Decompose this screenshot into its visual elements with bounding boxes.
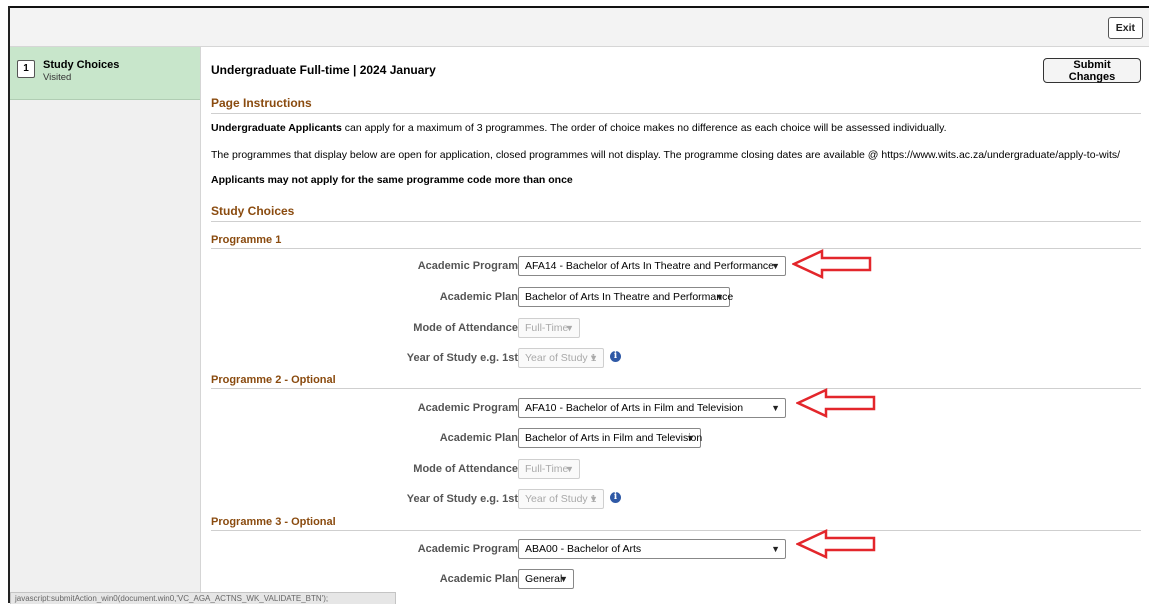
programme-1-year-select: Year of Study 1 ▼ [518, 348, 604, 368]
programme-1-academic-plan-row: Academic Plan Bachelor of Arts In Theatr… [211, 287, 1141, 309]
academic-program-label: Academic Program [417, 543, 518, 555]
chevron-down-icon: ▼ [715, 292, 724, 302]
selected-value: Full-Time [525, 322, 569, 334]
chevron-down-icon: ▼ [771, 544, 780, 554]
chevron-down-icon: ▼ [686, 433, 695, 443]
top-toolbar: Exit [10, 8, 1149, 47]
selected-value: Year of Study 1 [525, 493, 597, 505]
chevron-down-icon: ▼ [589, 353, 598, 363]
academic-program-label: Academic Program [417, 260, 518, 272]
programme-2-academic-plan-select[interactable]: Bachelor of Arts in Film and Television … [518, 428, 703, 448]
programme-2-mode-select: Full-Time ▼ [518, 459, 580, 479]
year-of-study-label: Year of Study e.g. 1st [406, 352, 518, 364]
programme-3-academic-plan-select[interactable]: General ▼ [518, 569, 574, 589]
chevron-down-icon: ▼ [589, 494, 598, 504]
programme-3-academic-plan-row: Academic Plan General ▼ [211, 569, 1141, 591]
academic-plan-label: Academic Plan [439, 291, 518, 303]
academic-program-label: Academic Program [417, 402, 518, 414]
programme-2-mode-row: Mode of Attendance Full-Time ▼ [211, 459, 1141, 481]
chevron-down-icon: ▼ [565, 323, 574, 333]
step-number: 1 [17, 60, 35, 78]
red-arrow-icon [796, 529, 876, 559]
red-arrow-icon [792, 249, 872, 279]
programme-2-year-select: Year of Study 1 ▼ [518, 489, 604, 509]
step-status: Visited [43, 72, 72, 83]
page-instructions-heading: Page Instructions [211, 96, 1141, 114]
instructions-line-1-bold: Undergraduate Applicants [211, 122, 342, 134]
selected-value: Bachelor of Arts in Film and Television [525, 432, 703, 444]
programme-2-academic-program-select[interactable]: AFA10 - Bachelor of Arts in Film and Tel… [518, 398, 786, 418]
red-arrow-icon [796, 388, 876, 418]
programme-1-academic-program-row: Academic Program AFA14 - Bachelor of Art… [211, 256, 1141, 278]
programme-2-academic-plan-row: Academic Plan Bachelor of Arts in Film a… [211, 428, 1141, 450]
programme-3-academic-program-row: Academic Program ABA00 - Bachelor of Art… [211, 539, 1141, 561]
page-title: Undergraduate Full-time | 2024 January [211, 63, 436, 77]
browser-status-bar: javascript:submitAction_win0(document.wi… [10, 592, 396, 604]
chevron-down-icon: ▼ [771, 261, 780, 271]
exit-button[interactable]: Exit [1107, 17, 1143, 39]
academic-plan-label: Academic Plan [439, 432, 518, 444]
programme-2-heading: Programme 2 - Optional [211, 374, 1141, 389]
sidebar-step-study-choices[interactable]: 1 Study Choices Visited [10, 47, 200, 100]
programme-2-year-row: Year of Study e.g. 1st Year of Study 1 ▼… [211, 489, 1141, 511]
selected-value: Year of Study 1 [525, 352, 597, 364]
info-icon[interactable]: i [610, 351, 621, 362]
mode-of-attendance-label: Mode of Attendance [413, 322, 518, 334]
programme-1-mode-select: Full-Time ▼ [518, 318, 580, 338]
programme-3-academic-program-select[interactable]: ABA00 - Bachelor of Arts ▼ [518, 539, 786, 559]
programme-1-year-row: Year of Study e.g. 1st Year of Study 1 ▼… [211, 348, 1141, 370]
selected-value: General [525, 573, 563, 585]
instructions-line-2: The programmes that display below are op… [211, 149, 1121, 161]
selected-value: Full-Time [525, 463, 569, 475]
selected-value: ABA00 - Bachelor of Arts [525, 543, 642, 555]
chevron-down-icon: ▼ [771, 403, 780, 413]
programme-1-heading: Programme 1 [211, 234, 1141, 249]
sidebar: 1 Study Choices Visited [10, 47, 201, 603]
year-of-study-label: Year of Study e.g. 1st [406, 493, 518, 505]
step-title: Study Choices [43, 59, 120, 71]
programme-1-academic-plan-select[interactable]: Bachelor of Arts In Theatre and Performa… [518, 287, 734, 307]
submit-changes-button[interactable]: Submit Changes [1043, 58, 1141, 83]
programme-2-academic-program-row: Academic Program AFA10 - Bachelor of Art… [211, 398, 1141, 420]
chevron-down-icon: ▼ [565, 464, 574, 474]
instructions-line-3: Applicants may not apply for the same pr… [211, 174, 573, 186]
programme-3-heading: Programme 3 - Optional [211, 516, 1141, 531]
mode-of-attendance-label: Mode of Attendance [413, 463, 518, 475]
selected-value: Bachelor of Arts In Theatre and Performa… [525, 291, 734, 303]
info-icon[interactable]: i [610, 492, 621, 503]
instructions-line-1: Undergraduate Applicants can apply for a… [211, 122, 947, 134]
programme-1-mode-row: Mode of Attendance Full-Time ▼ [211, 318, 1141, 340]
selected-value: AFA10 - Bachelor of Arts in Film and Tel… [525, 402, 744, 414]
selected-value: AFA14 - Bachelor of Arts In Theatre and … [525, 260, 775, 272]
academic-plan-label: Academic Plan [439, 573, 518, 585]
chevron-down-icon: ▼ [559, 574, 568, 584]
instructions-line-1-rest: can apply for a maximum of 3 programmes.… [341, 122, 947, 134]
study-choices-heading: Study Choices [211, 204, 1141, 222]
programme-1-academic-program-select[interactable]: AFA14 - Bachelor of Arts In Theatre and … [518, 256, 786, 276]
